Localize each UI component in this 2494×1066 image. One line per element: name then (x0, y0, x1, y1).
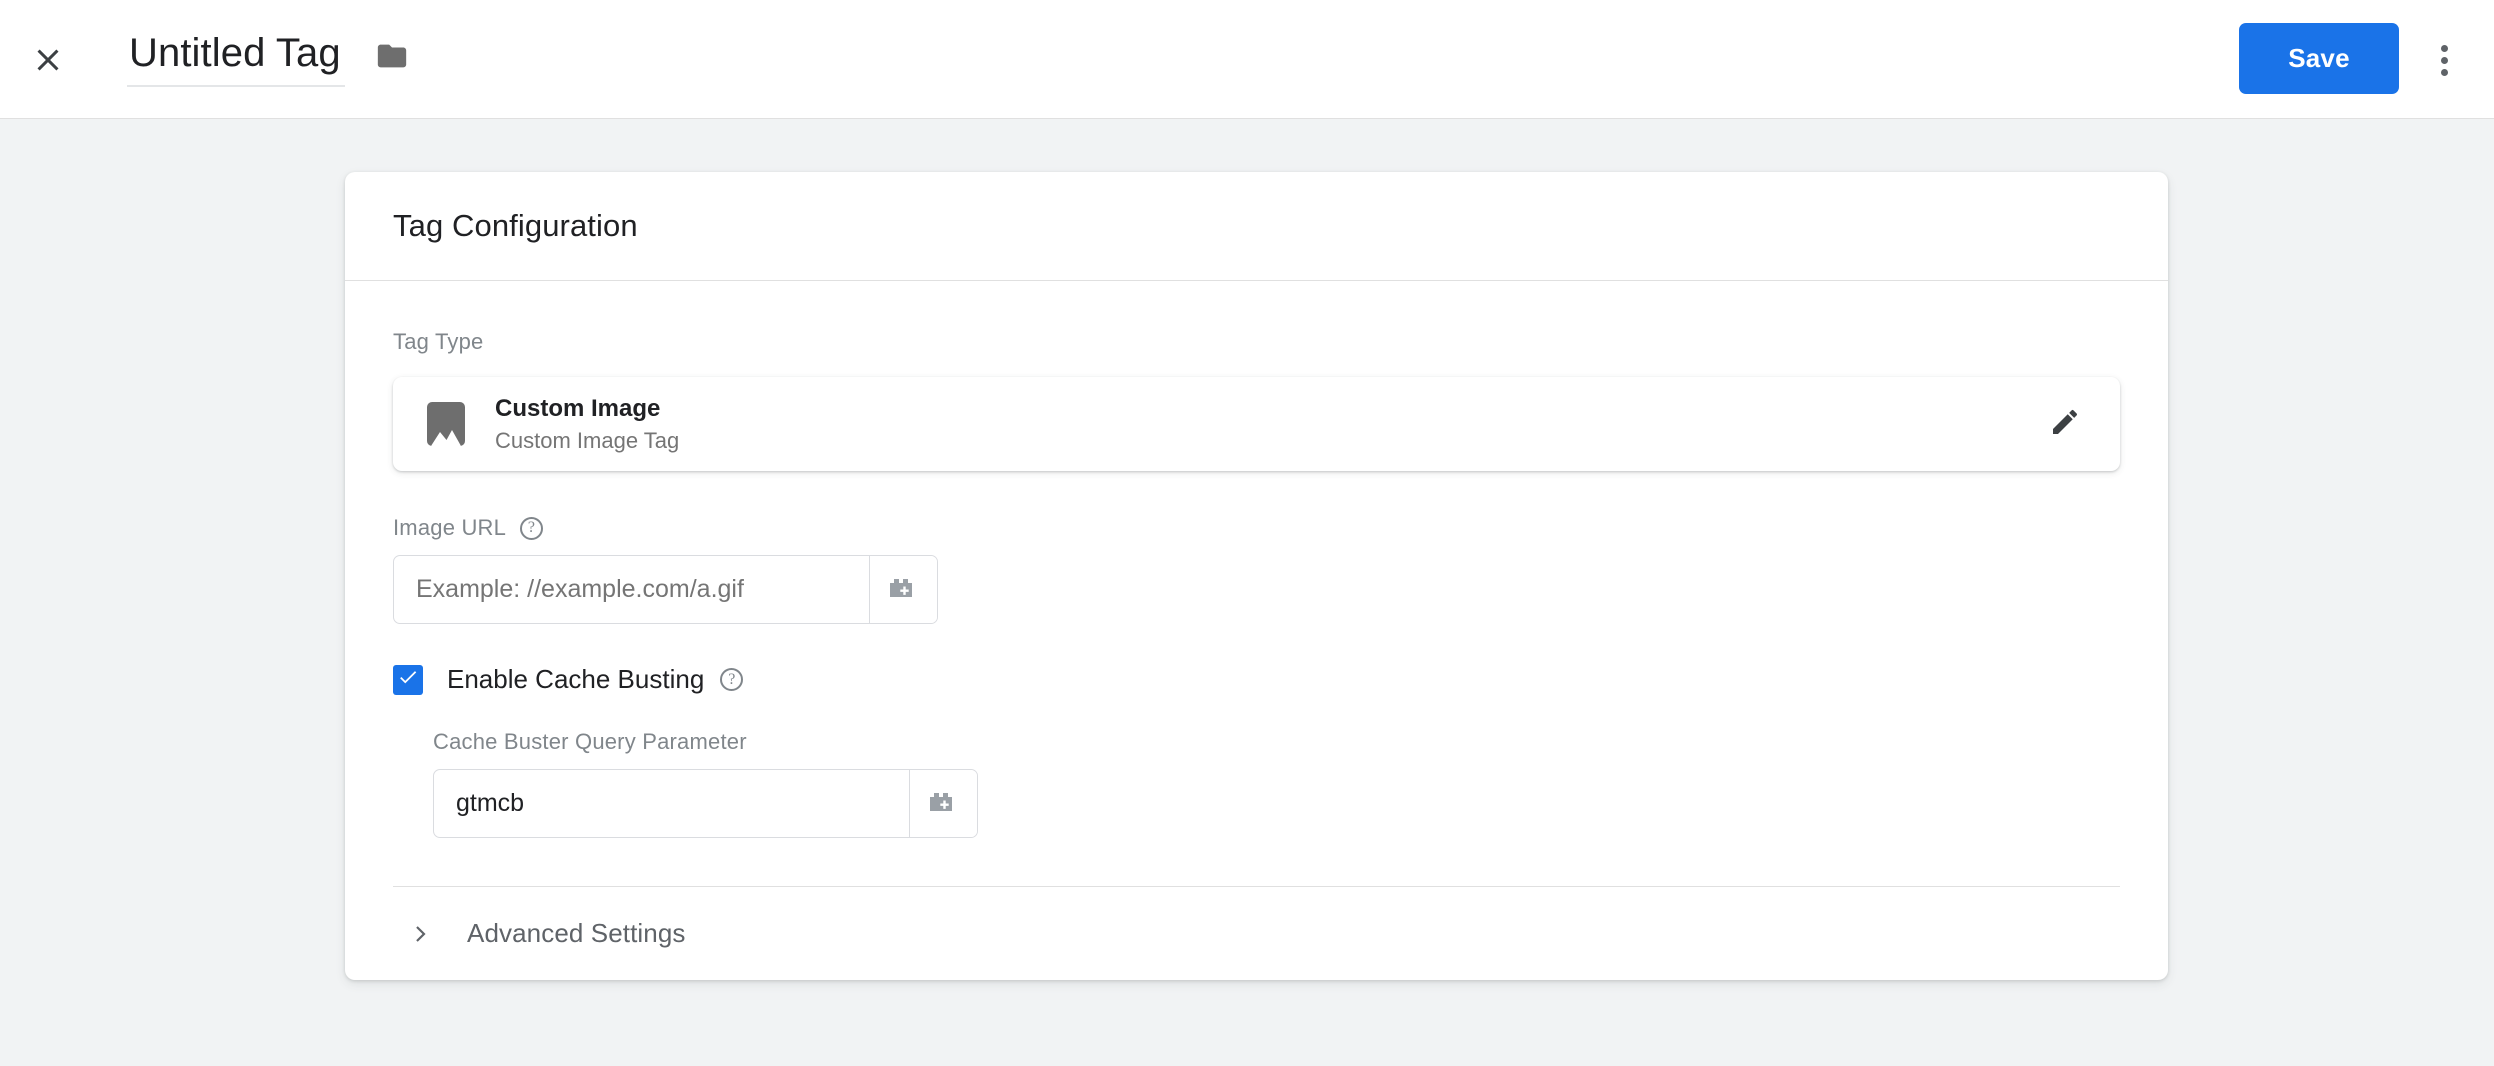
top-app-bar: Untitled Tag Save (0, 0, 2494, 119)
more-vert-icon-dot3 (2440, 68, 2448, 76)
cache-buster-add-variable-button[interactable] (909, 770, 977, 837)
advanced-settings-toggle[interactable]: Advanced Settings (393, 887, 2120, 980)
cache-buster-param-label: Cache Buster Query Parameter (433, 729, 747, 754)
help-circle-icon[interactable]: ? (720, 668, 744, 691)
card-header: Tag Configuration (345, 172, 2168, 281)
add-variable-icon (927, 788, 961, 819)
enable-cache-busting-checkbox[interactable] (393, 664, 423, 695)
tag-type-name: Custom Image (495, 394, 661, 422)
help-circle-icon[interactable]: ? (520, 516, 544, 540)
tag-type-text: Custom Image Custom Image Tag (495, 394, 2040, 455)
close-icon (30, 42, 66, 78)
save-button[interactable]: Save (2239, 23, 2399, 94)
enable-cache-busting-label: Enable Cache Busting (447, 664, 705, 694)
image-icon (427, 402, 465, 446)
image-url-input[interactable] (394, 556, 869, 623)
folder-icon (375, 39, 409, 78)
pencil-icon (2049, 406, 2081, 443)
tag-type-label: Tag Type (393, 329, 484, 354)
image-url-label: Image URL (393, 515, 507, 540)
advanced-settings-label: Advanced Settings (467, 918, 686, 948)
image-url-add-variable-button[interactable] (869, 556, 937, 623)
image-url-label-row: Image URL ? (393, 515, 2120, 541)
folder-button[interactable] (371, 37, 413, 79)
cache-buster-param-field: Cache Buster Query Parameter (433, 729, 2120, 838)
close-button[interactable] (26, 38, 70, 82)
tag-name-input[interactable]: Untitled Tag (127, 27, 345, 87)
tag-title-group: Untitled Tag (127, 27, 413, 87)
tag-type-description: Custom Image Tag (495, 427, 680, 453)
enable-cache-busting-row[interactable]: Enable Cache Busting ? (393, 664, 2120, 695)
card-body: Tag Type Custom Image Custom Image Tag I… (345, 281, 2168, 980)
image-url-input-row (393, 555, 938, 624)
edit-tag-type-button[interactable] (2040, 399, 2090, 449)
checkmark-icon (397, 666, 419, 693)
chevron-right-icon (407, 921, 433, 947)
more-vert-icon (2440, 44, 2448, 52)
add-variable-icon (887, 574, 921, 605)
more-options-button[interactable] (2422, 38, 2466, 82)
image-url-field: Image URL ? (393, 515, 2120, 624)
cache-buster-param-input-row (433, 769, 978, 838)
enable-cache-busting-label-row: Enable Cache Busting ? (447, 664, 744, 695)
more-vert-icon-dot2 (2440, 56, 2448, 64)
tag-type-selector[interactable]: Custom Image Custom Image Tag (393, 377, 2120, 471)
page-title: Tag Configuration (393, 208, 638, 243)
tag-configuration-card: Tag Configuration Tag Type Custom Image … (345, 172, 2168, 980)
cache-buster-param-input[interactable] (434, 770, 909, 837)
